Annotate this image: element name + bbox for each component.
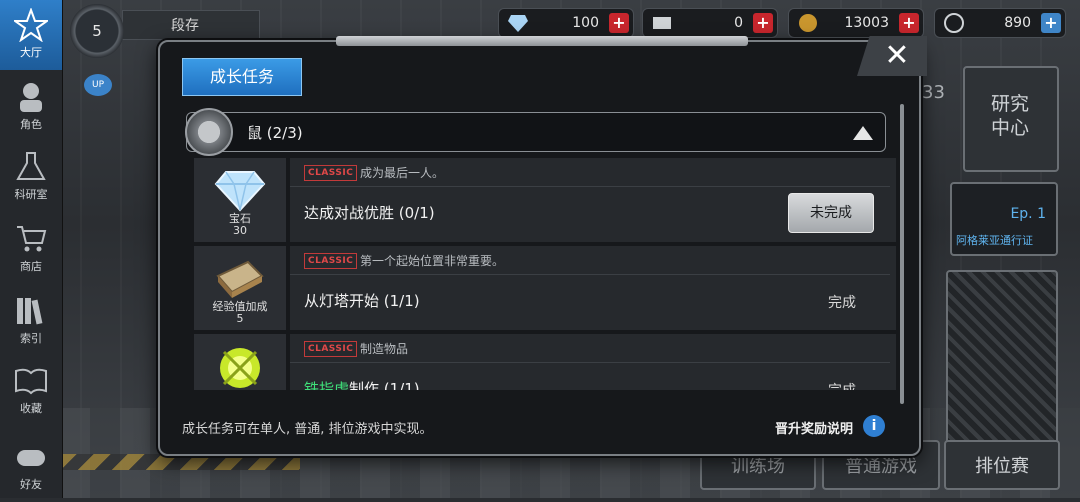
footer-note: 成长任务可在单人, 普通, 排位游戏中实现。 (182, 422, 433, 437)
level-badge[interactable]: 5 (70, 4, 124, 58)
growth-quest-dialog: ✕ 成长任务 鼠 (2/3) 宝石 30 CLASSIC 成为最后一人。 达成对… (158, 36, 927, 456)
tab-growth-quests[interactable]: 成长任务 (182, 58, 302, 96)
quest-list[interactable]: 宝石 30 CLASSIC 成为最后一人。 达成对战优胜 (0/1) 未完成 经… (194, 158, 896, 390)
sidebar-item-lab[interactable]: 科研室 (0, 142, 62, 212)
episode-label: Ep. 1 (1010, 206, 1046, 222)
bp-value: 890 (1004, 15, 1031, 31)
locked-slot-1 (946, 270, 1058, 454)
quest-title: 铁指虎制作 (1/1) (304, 378, 420, 390)
quest-item: CLASSIC 制造物品 铁指虎制作 (1/1) 完成 (194, 334, 896, 390)
exp-book-icon (216, 260, 264, 298)
crystal-icon (508, 15, 528, 32)
info-icon[interactable]: i (863, 415, 885, 437)
reward-count: 30 (233, 224, 247, 237)
ticket-add-button[interactable]: + (753, 13, 773, 33)
close-button[interactable]: ✕ (857, 36, 927, 76)
quest-subheader: CLASSIC 第一个起始位置非常重要。 (290, 246, 890, 275)
crystal-value: 100 (572, 15, 599, 31)
glow-orb-icon (220, 348, 260, 388)
lobby-star-icon (14, 8, 48, 42)
sidebar-item-index[interactable]: 索引 (0, 286, 62, 356)
character-icon (20, 83, 42, 112)
pass-label: 阿格莱亚通行证 (956, 234, 1033, 247)
up-badge: UP (84, 74, 112, 96)
quest-group-title: 鼠 (2/3) (247, 124, 303, 142)
quest-description: 第一个起始位置非常重要。 (360, 254, 505, 268)
ranked-label: 排位赛 (975, 456, 1029, 477)
sidebar-item-label: 索引 (20, 332, 42, 345)
reward-slot: 经验值加成 5 (194, 246, 286, 330)
quest-title-rest: 制作 (1/1) (349, 380, 420, 390)
pass-button[interactable]: Ep. 1 阿格莱亚通行证 (950, 182, 1058, 256)
bp-icon (944, 13, 964, 33)
collapse-triangle-icon[interactable] (853, 126, 873, 140)
crystal-add-button[interactable]: + (609, 13, 629, 33)
reward-slot: 宝石 30 (194, 158, 286, 242)
classic-tag: CLASSIC (304, 165, 358, 181)
rat-avatar-icon (185, 108, 233, 156)
quest-subheader: CLASSIC 制造物品 (290, 334, 890, 363)
classic-tag: CLASSIC (304, 253, 358, 269)
ticket-value: 0 (734, 15, 743, 31)
coin-add-button[interactable]: + (899, 13, 919, 33)
quest-description: 成为最后一人。 (360, 166, 445, 180)
books-icon (17, 298, 43, 325)
sidebar-item-label: 角色 (20, 118, 42, 131)
quest-item: 宝石 30 CLASSIC 成为最后一人。 达成对战优胜 (0/1) 未完成 (194, 158, 896, 242)
quest-subheader: CLASSIC 成为最后一人。 (290, 158, 890, 187)
rank-label: 段存 (122, 10, 260, 40)
dialog-footer: 成长任务可在单人, 普通, 排位游戏中实现。 晋升奖励说明 i (160, 404, 919, 454)
item-name-highlight: 铁指虎 (304, 380, 350, 390)
sidebar-item-label: 好友 (20, 478, 42, 491)
sidebar-item-label: 商店 (20, 260, 42, 273)
sidebar-item-collection[interactable]: 收藏 (0, 356, 62, 426)
open-book-icon (15, 368, 47, 395)
quest-body: CLASSIC 制造物品 铁指虎制作 (1/1) 完成 (290, 334, 896, 390)
quest-item: 经验值加成 5 CLASSIC 第一个起始位置非常重要。 从灯塔开始 (1/1)… (194, 246, 896, 330)
gem-icon (214, 171, 266, 212)
reward-slot (194, 334, 286, 390)
sidebar-item-friends[interactable]: 好友 (0, 432, 62, 502)
sidebar-item-lobby[interactable]: 大厅 (0, 0, 62, 70)
quest-description: 制造物品 (360, 342, 409, 356)
dialog-handle (336, 36, 748, 46)
quest-body: CLASSIC 成为最后一人。 达成对战优胜 (0/1) 未完成 (290, 158, 896, 242)
coin-icon (799, 14, 817, 32)
sidebar-item-label: 大厅 (20, 46, 42, 59)
quest-body: CLASSIC 第一个起始位置非常重要。 从灯塔开始 (1/1) 完成 (290, 246, 896, 330)
bp-resource: 890 + (934, 8, 1066, 38)
cart-icon (17, 226, 47, 252)
quest-status: 完成 (828, 295, 856, 311)
sidebar-item-label: 收藏 (20, 402, 42, 415)
research-center-label: 研究中心 (990, 93, 1029, 139)
quest-title: 从灯塔开始 (1/1) (304, 292, 420, 310)
coin-value: 13003 (844, 15, 889, 31)
flask-icon (16, 152, 46, 180)
quest-group-header[interactable]: 鼠 (2/3) (185, 108, 886, 156)
gamepad-icon (17, 450, 45, 466)
sidebar: 大厅 角色 科研室 商店 索引 收藏 好友 (0, 0, 63, 498)
crystal-resource: 100 + (498, 8, 634, 38)
incomplete-button[interactable]: 未完成 (788, 193, 874, 233)
sidebar-item-character[interactable]: 角色 (0, 72, 62, 142)
close-icon: ✕ (884, 38, 910, 73)
ranked-button[interactable]: 排位赛 (944, 440, 1060, 490)
ticket-resource: 0 + (642, 8, 778, 38)
scrollbar[interactable] (900, 104, 904, 404)
promotion-reward-link[interactable]: 晋升奖励说明 (775, 418, 853, 437)
quest-status: 完成 (828, 380, 856, 390)
coin-resource: 13003 + (788, 8, 924, 38)
reward-count: 5 (236, 312, 244, 325)
counter-value: 33 (922, 82, 945, 103)
quest-title: 达成对战优胜 (0/1) (304, 204, 435, 222)
classic-tag: CLASSIC (304, 341, 358, 357)
ticket-icon (653, 17, 671, 29)
sidebar-item-label: 科研室 (14, 188, 48, 201)
research-center-button[interactable]: 研究中心 (963, 66, 1059, 172)
hazard-stripe (60, 454, 300, 470)
bp-add-button[interactable]: + (1041, 13, 1061, 33)
sidebar-item-shop[interactable]: 商店 (0, 214, 62, 284)
